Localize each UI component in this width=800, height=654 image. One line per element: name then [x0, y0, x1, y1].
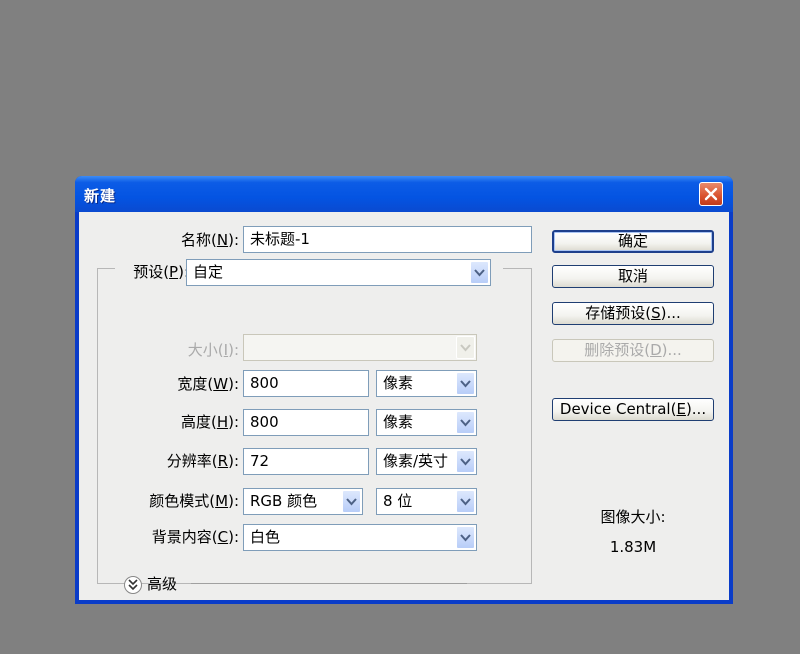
background-select[interactable]: 白色 [243, 524, 477, 551]
preset-select[interactable]: 自定 [186, 259, 491, 286]
close-button[interactable] [699, 182, 723, 206]
resolution-input[interactable]: 72 [243, 448, 369, 475]
dialog-title: 新建 [84, 187, 117, 205]
chevron-down-icon [460, 534, 471, 542]
color-mode-value: RGB 颜色 [250, 492, 318, 510]
size-dropdown-arrow [456, 336, 475, 359]
size-select [243, 334, 477, 361]
new-document-dialog: 新建 名称(N): 未标题-1 预设(P): 自定 大小(I): 宽度(W): … [75, 176, 733, 604]
chevron-down-icon [460, 458, 471, 466]
bit-depth-select[interactable]: 8 位 [376, 488, 477, 515]
resolution-unit-value: 像素/英寸 [383, 452, 449, 470]
height-unit-dropdown-arrow[interactable] [456, 411, 475, 434]
color-mode-select[interactable]: RGB 颜色 [243, 488, 363, 515]
height-unit-select[interactable]: 像素 [376, 409, 477, 436]
bit-depth-value: 8 位 [383, 492, 413, 510]
dialog-body: 名称(N): 未标题-1 预设(P): 自定 大小(I): 宽度(W): 800… [79, 212, 729, 600]
name-label: 名称(N): [181, 231, 239, 249]
resolution-unit-select[interactable]: 像素/英寸 [376, 448, 477, 475]
height-input[interactable]: 800 [243, 409, 369, 436]
ok-button[interactable]: 确定 [552, 230, 714, 253]
resolution-unit-dropdown-arrow[interactable] [456, 450, 475, 473]
cancel-button[interactable]: 取消 [552, 265, 714, 288]
chevron-down-icon [460, 419, 471, 427]
chevron-double-down-icon [128, 579, 138, 591]
bit-depth-dropdown-arrow[interactable] [456, 490, 475, 513]
background-dropdown-arrow[interactable] [456, 526, 475, 549]
width-unit-select[interactable]: 像素 [376, 370, 477, 397]
resolution-label: 分辨率(R): [166, 452, 239, 470]
chevron-down-icon [460, 344, 471, 352]
preset-value: 自定 [193, 263, 224, 281]
background-value: 白色 [250, 528, 281, 546]
chevron-down-icon [346, 498, 357, 506]
advanced-label[interactable]: 高级 [147, 572, 187, 596]
width-unit-dropdown-arrow[interactable] [456, 372, 475, 395]
width-unit-value: 像素 [383, 374, 414, 392]
width-input[interactable]: 800 [243, 370, 369, 397]
preset-label: 预设(P): [115, 260, 189, 284]
close-icon [704, 187, 718, 201]
device-central-button[interactable]: Device Central(E)... [552, 398, 714, 421]
save-preset-button[interactable]: 存储预设(S)... [552, 302, 714, 325]
preset-group-gap [491, 260, 503, 284]
background-label: 背景内容(C): [151, 528, 239, 546]
chevron-down-icon [474, 269, 485, 277]
height-unit-value: 像素 [383, 413, 414, 431]
color-mode-dropdown-arrow[interactable] [342, 490, 361, 513]
name-input[interactable]: 未标题-1 [243, 226, 532, 253]
color-mode-label: 颜色模式(M): [149, 492, 239, 510]
size-label: 大小(I): [187, 341, 239, 359]
chevron-down-icon [460, 380, 471, 388]
chevron-down-icon [460, 498, 471, 506]
image-size-label: 图像大小: [600, 508, 666, 526]
width-label: 宽度(W): [177, 375, 239, 393]
delete-preset-button: 删除预设(D)... [552, 339, 714, 362]
advanced-divider [191, 583, 467, 584]
height-label: 高度(H): [180, 413, 239, 431]
preset-dropdown-arrow[interactable] [470, 261, 489, 284]
title-bar[interactable]: 新建 [75, 176, 733, 212]
advanced-toggle[interactable] [124, 576, 142, 594]
image-size-value: 1.83M [609, 538, 657, 556]
